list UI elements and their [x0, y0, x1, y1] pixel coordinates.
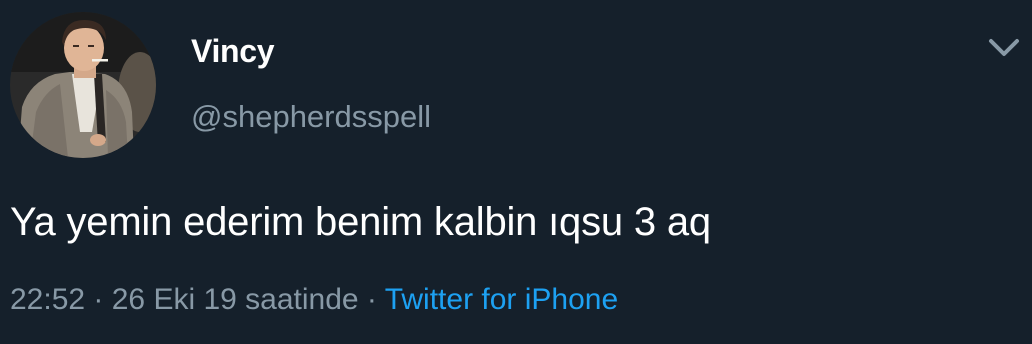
avatar-photo	[10, 12, 156, 158]
tweet-metadata: 22:52 · 26 Eki 19 saatinde · Twitter for…	[10, 283, 618, 317]
tweet-text: Ya yemin ederim benim kalbin ıqsu 3 aq	[10, 200, 711, 244]
chevron-down-icon[interactable]	[986, 34, 1022, 62]
meta-separator: ·	[366, 283, 377, 316]
display-name[interactable]: Vincy	[191, 33, 275, 70]
tweet-timestamp[interactable]: 22:52 · 26 Eki 19 saatinde	[10, 283, 359, 316]
avatar[interactable]	[10, 12, 156, 158]
username-handle[interactable]: @shepherdsspell	[191, 99, 431, 135]
tweet-source-link[interactable]: Twitter for iPhone	[385, 283, 618, 316]
